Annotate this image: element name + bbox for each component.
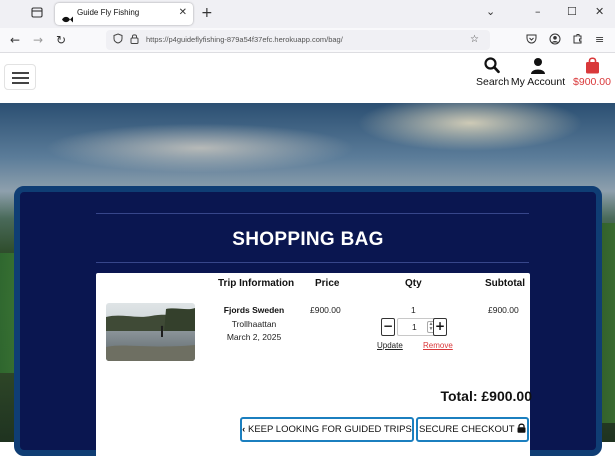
remove-link[interactable]: Remove bbox=[423, 341, 453, 350]
site-header: Search My Account $900.00 bbox=[0, 53, 615, 103]
lock-icon bbox=[517, 423, 526, 435]
back-arrow-icon[interactable]: ← bbox=[10, 32, 20, 48]
browser-tab[interactable]: Guide Fly Fishing ✕ bbox=[55, 3, 193, 25]
keep-looking-button[interactable]: ‹ KEEP LOOKING FOR GUIDED TRIPS bbox=[240, 417, 414, 442]
secure-checkout-label: SECURE CHECKOUT bbox=[418, 424, 515, 435]
menu-icon[interactable]: ≡ bbox=[595, 33, 604, 47]
plus-icon[interactable]: + bbox=[201, 5, 213, 21]
maximize-icon[interactable]: ☐ bbox=[567, 5, 577, 19]
column-header-qty: Qty bbox=[405, 278, 422, 289]
close-window-icon[interactable]: ✕ bbox=[595, 5, 604, 19]
address-bar[interactable]: https://p4guideflyfishing-879a54f37efc.h… bbox=[106, 30, 490, 50]
chevron-down-icon[interactable]: ⌄ bbox=[486, 5, 495, 19]
quantity-input[interactable]: 1 ▲ ▼ bbox=[397, 318, 438, 336]
trip-name: Fjords Sweden bbox=[223, 305, 285, 315]
browser-toolbar: ← → ↻ https://p4guideflyfishing-879a54f3… bbox=[0, 28, 615, 53]
close-icon[interactable]: ✕ bbox=[179, 7, 187, 19]
search-link[interactable]: Search bbox=[476, 57, 510, 88]
tab-title: Guide Fly Fishing bbox=[77, 8, 140, 17]
fish-icon bbox=[61, 9, 73, 23]
trip-image bbox=[106, 303, 195, 361]
user-icon bbox=[510, 57, 566, 75]
minimize-icon[interactable]: – bbox=[535, 5, 541, 19]
divider bbox=[96, 262, 529, 263]
update-link[interactable]: Update bbox=[377, 341, 403, 350]
my-account-label: My Account bbox=[510, 76, 566, 88]
secure-checkout-button[interactable]: SECURE CHECKOUT bbox=[416, 417, 529, 442]
browser-tab-strip: Guide Fly Fishing ✕ + ⌄ – ☐ ✕ bbox=[0, 0, 615, 28]
lock-icon[interactable] bbox=[130, 33, 139, 49]
quantity-input-value: 1 bbox=[412, 322, 417, 332]
divider bbox=[96, 213, 529, 214]
tab-overview-icon[interactable] bbox=[29, 6, 45, 22]
url-text: https://p4guideflyfishing-879a54f37efc.h… bbox=[146, 35, 343, 44]
decrement-qty-button[interactable]: − bbox=[381, 318, 395, 336]
bookmark-star-icon[interactable]: ☆ bbox=[470, 33, 479, 47]
hamburger-menu-button[interactable] bbox=[4, 64, 36, 90]
bag-grand-total: Total: £900.00 bbox=[440, 388, 532, 404]
forward-arrow-icon[interactable]: → bbox=[33, 32, 43, 48]
chevron-left-icon: ‹ bbox=[242, 424, 246, 435]
increment-qty-button[interactable]: + bbox=[433, 318, 447, 336]
bag-table: Trip Information Price Qty Subtotal Fjor… bbox=[96, 273, 532, 463]
search-icon bbox=[476, 57, 508, 75]
keep-looking-label: KEEP LOOKING FOR GUIDED TRIPS bbox=[247, 424, 412, 435]
column-header-subtotal: Subtotal bbox=[485, 278, 525, 289]
my-account-link[interactable]: My Account bbox=[510, 57, 566, 88]
page-title: SHOPPING BAG bbox=[232, 229, 384, 250]
bag-total: $900.00 bbox=[573, 76, 611, 88]
search-label: Search bbox=[476, 76, 510, 88]
reload-icon[interactable]: ↻ bbox=[56, 32, 66, 48]
shield-icon[interactable] bbox=[113, 33, 123, 49]
column-header-trip-info: Trip Information bbox=[218, 278, 295, 289]
bag-link[interactable]: $900.00 bbox=[572, 57, 612, 88]
shopping-bag-icon bbox=[572, 57, 612, 75]
extensions-icon[interactable] bbox=[572, 33, 583, 48]
account-icon[interactable] bbox=[549, 33, 561, 49]
shopping-bag-panel: SHOPPING BAG Trip Information Price Qty … bbox=[14, 186, 602, 463]
column-header-price: Price bbox=[315, 278, 340, 289]
item-subtotal: £900.00 bbox=[488, 305, 519, 315]
pocket-icon[interactable] bbox=[526, 33, 537, 48]
item-qty: 1 bbox=[411, 305, 416, 315]
trip-date: March 2, 2025 bbox=[226, 332, 282, 342]
trip-location: Trollhaattan bbox=[231, 319, 277, 329]
item-price: £900.00 bbox=[310, 305, 341, 315]
